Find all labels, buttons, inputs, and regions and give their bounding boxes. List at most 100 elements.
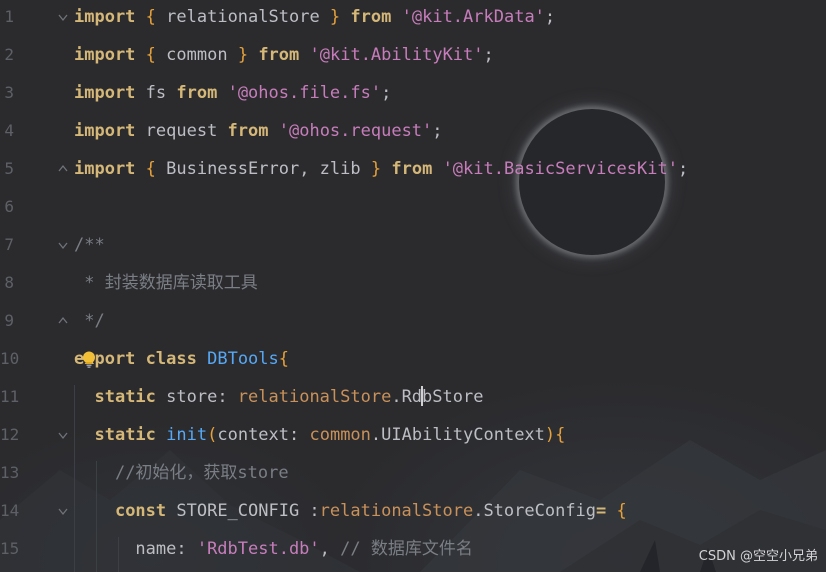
code-token: { [145, 45, 156, 65]
lightbulb-icon[interactable] [82, 351, 96, 369]
code-token: STORE_CONFIG : [166, 501, 320, 521]
code-token: store: [155, 387, 238, 407]
code-token: fs [135, 83, 177, 103]
code-token: { [278, 349, 290, 369]
line-number: 13 [0, 463, 20, 482]
code-token: common [155, 45, 238, 65]
code-token: // 数据库文件名 [340, 539, 473, 559]
code-token: 'RdbTest.db' [196, 539, 320, 559]
line-number-gutter: 1 2 3 4 5 6 7 8 9 10 11 12 13 14 15 [0, 0, 20, 572]
code-token: '@kit.BasicServicesKit' [442, 159, 678, 179]
fold-icon[interactable] [57, 239, 69, 251]
code-token: ( [207, 425, 218, 445]
code-token: '@kit.AbilityKit' [309, 45, 484, 65]
code-token: } [370, 159, 382, 179]
line-number: 7 [4, 235, 14, 254]
line-number: 4 [4, 121, 14, 140]
fold-icon[interactable] [57, 505, 69, 517]
code-line: export class DBTools{ [74, 347, 289, 371]
line-number: 6 [4, 197, 14, 216]
code-token: '@kit.ArkData' [401, 7, 545, 27]
code-line: const STORE_CONFIG :relationalStore.Stor… [74, 499, 627, 523]
line-number: 3 [4, 83, 14, 102]
code-token: bStore [422, 387, 484, 407]
code-token: /** [74, 235, 105, 255]
code-token: import [74, 45, 136, 65]
code-line: static store: relationalStore.RdbStore [74, 385, 483, 409]
fold-icon[interactable] [57, 429, 69, 441]
code-token: import [74, 7, 136, 27]
fold-icon[interactable] [57, 315, 69, 327]
code-token: , [319, 539, 341, 559]
code-line: name: 'RdbTest.db', // 数据库文件名 [74, 537, 473, 561]
code-token: from [391, 159, 433, 179]
code-token: .StoreConfig [473, 501, 597, 521]
code-line: */ [74, 309, 105, 333]
code-line: import fs from '@ohos.file.fs'; [74, 81, 391, 105]
code-token: ; [677, 159, 689, 179]
code-token: */ [74, 311, 105, 331]
code-token: relationalStore [319, 501, 474, 521]
fold-icon[interactable] [57, 163, 69, 175]
code-token: '@ohos.file.fs' [227, 83, 382, 103]
code-token: common [309, 425, 371, 445]
code-token: .UIAbilityContext [370, 425, 545, 445]
line-number: 11 [0, 387, 20, 406]
code-token: name: [74, 539, 197, 559]
code-token: BusinessError, zlib [155, 159, 371, 179]
line-number: 15 [0, 539, 20, 558]
code-token: } [237, 45, 249, 65]
code-token: request [135, 121, 228, 141]
code-token: init [166, 425, 208, 445]
code-token: from [227, 121, 269, 141]
code-token: class [145, 349, 197, 369]
fold-icon[interactable] [57, 11, 69, 23]
code-line: import { relationalStore } from '@kit.Ar… [74, 5, 555, 29]
code-line: import { BusinessError, zlib } from '@ki… [74, 157, 688, 181]
code-token: relationalStore [155, 7, 330, 27]
code-token: import [74, 159, 136, 179]
code-token: import [74, 83, 136, 103]
code-token: static [94, 387, 156, 407]
line-number: 14 [0, 501, 20, 520]
line-number: 8 [4, 273, 14, 292]
code-token: ; [432, 121, 443, 141]
code-token: '@ohos.request' [278, 121, 433, 141]
code-token: //初始化，获取store [114, 463, 289, 483]
line-number: 9 [4, 311, 14, 330]
line-number: 2 [4, 45, 14, 64]
code-line: import { common } from '@kit.AbilityKit'… [74, 43, 494, 67]
line-number: 12 [0, 425, 20, 444]
line-number: 5 [4, 159, 14, 178]
code-token: { [555, 425, 566, 445]
code-token: ) [544, 425, 556, 445]
code-token: } [329, 7, 341, 27]
code-line: //初始化，获取store [74, 461, 289, 485]
code-token: from [258, 45, 300, 65]
code-token: static [94, 425, 156, 445]
code-token: context: [217, 425, 310, 445]
code-token: .Rd [391, 387, 423, 407]
code-token: ; [483, 45, 494, 65]
code-line: static init(context: common.UIAbilityCon… [74, 423, 565, 447]
code-editor[interactable]: 1 2 3 4 5 6 7 8 9 10 11 12 13 14 15 import { relationa… [0, 0, 826, 572]
line-number: 1 [4, 7, 14, 26]
